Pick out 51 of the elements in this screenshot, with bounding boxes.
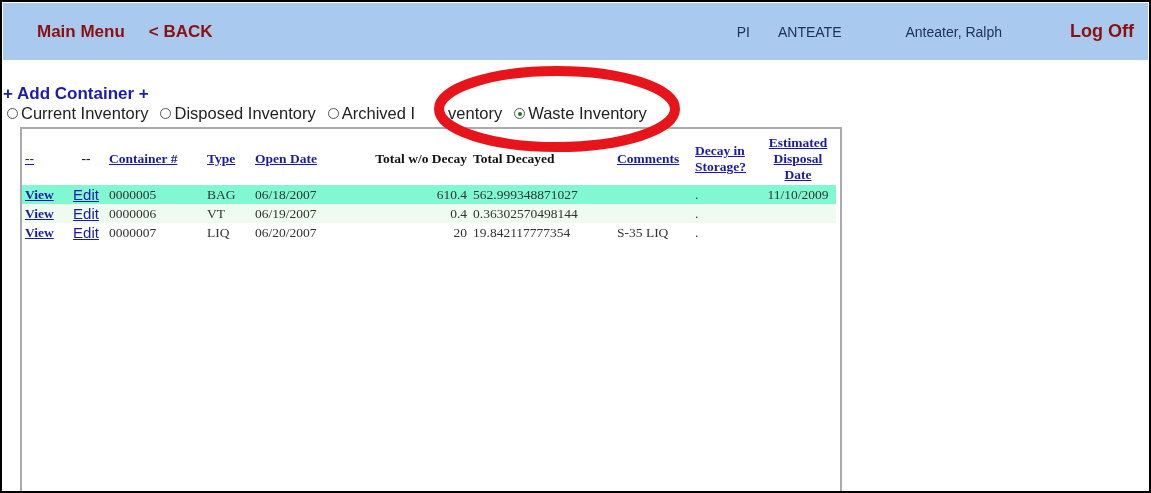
role-label: PI — [736, 23, 750, 40]
column-header-link[interactable]: Type — [207, 151, 236, 167]
table-cell: 0000007 — [109, 224, 157, 240]
table-row[interactable]: View Edit 0000005 BAG 06/18/2007 610.4 562.999348871027 . 11/10/2009 — [22, 185, 836, 204]
table-cell: 11/10/2009 — [767, 186, 829, 202]
column-header-link[interactable]: Decay in Storage? — [695, 143, 757, 175]
view-link[interactable]: View — [25, 205, 54, 221]
table-cell: 0000006 — [109, 205, 157, 221]
table-cell: 06/20/2007 — [255, 224, 317, 240]
main-menu-link[interactable]: Main Menu — [37, 21, 125, 42]
table-cell: VT — [207, 205, 225, 221]
column-header-link[interactable]: -- — [25, 151, 34, 167]
radio-label: Current Inventory — [21, 104, 149, 123]
table-cell: S-35 LIQ — [617, 224, 669, 240]
radio-label: ventory — [448, 104, 503, 123]
user-id: ANTEATE — [777, 23, 842, 40]
table-cell: 19.842117777354 — [473, 224, 571, 240]
add-container-link[interactable]: + Add Container + — [3, 84, 149, 104]
table-cell: BAG — [207, 186, 236, 202]
column-header-link[interactable]: Container # — [109, 151, 178, 167]
radio-label: Waste Inventory — [528, 104, 647, 123]
table-row[interactable]: View Edit 0000007 LIQ 06/20/2007 20 19.842117777354 S-35 LIQ . — [22, 223, 836, 242]
table-cell: 06/18/2007 — [255, 186, 317, 202]
table-cell: 06/19/2007 — [255, 205, 317, 221]
column-header-link[interactable]: Open Date — [255, 151, 317, 167]
edit-link[interactable]: Edit — [73, 185, 99, 203]
column-header-link[interactable]: Comments — [617, 151, 680, 167]
radio-label: Archived I — [341, 104, 416, 123]
table-cell: 0.4 — [450, 205, 467, 221]
edit-link[interactable]: Edit — [73, 223, 99, 241]
table-cell: 0.36302570498144 — [473, 205, 578, 221]
view-link[interactable]: View — [25, 186, 54, 202]
edit-link[interactable]: Edit — [73, 204, 99, 222]
table-row[interactable]: View Edit 0000006 VT 06/19/2007 0.4 0.36302570498144 . — [22, 204, 836, 223]
table-cell: 610.4 — [436, 186, 467, 202]
back-link[interactable]: < BACK — [148, 21, 213, 42]
view-link[interactable]: View — [25, 224, 54, 240]
radio-label: Disposed Inventory — [174, 104, 316, 123]
table-cell: 20 — [453, 224, 467, 240]
table-cell: . — [695, 224, 699, 240]
column-header-link[interactable]: Estimated Disposal Date — [763, 135, 833, 183]
table-cell: LIQ — [207, 224, 230, 240]
user-name: Anteater, Ralph — [905, 23, 1002, 40]
table-cell: 562.999348871027 — [473, 186, 578, 202]
column-header: Total w/o Decay — [375, 151, 467, 167]
column-header: -- — [81, 151, 91, 167]
log-off-link[interactable]: Log Off — [1070, 21, 1134, 42]
table-cell: . — [695, 205, 699, 221]
column-header: Total Decayed — [473, 151, 555, 167]
table-cell: . — [695, 186, 699, 202]
table-cell: 0000005 — [109, 186, 157, 202]
